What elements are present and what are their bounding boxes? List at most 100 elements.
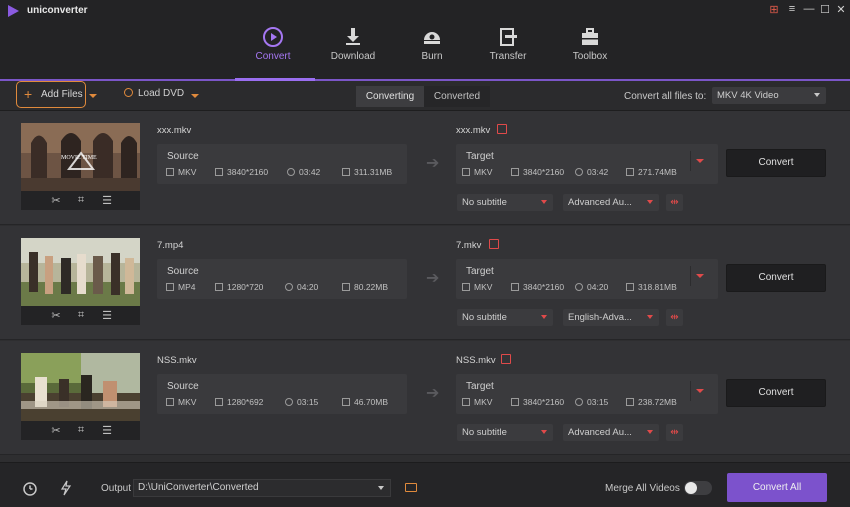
effects-icon[interactable]: ☰ bbox=[100, 194, 114, 207]
file-row: MOVIE TIME ✂ ⌗ ☰ xxx.mkv Source MKV 3840… bbox=[0, 111, 850, 225]
nav-download[interactable]: Download bbox=[317, 22, 389, 80]
tab-converting[interactable]: Converting bbox=[356, 86, 424, 107]
clock-icon bbox=[285, 283, 293, 291]
target-resolution: 3840*2160 bbox=[511, 282, 564, 292]
clock-icon bbox=[285, 398, 293, 406]
load-dvd-dropdown-icon[interactable] bbox=[191, 94, 199, 98]
nav-transfer-label: Transfer bbox=[489, 51, 527, 62]
audio-select[interactable]: Advanced Au... bbox=[563, 424, 659, 441]
merge-icon[interactable]: ⇹ bbox=[666, 194, 683, 211]
add-files-dropdown-icon[interactable] bbox=[89, 94, 97, 98]
convert-button[interactable]: Convert bbox=[726, 264, 826, 292]
thumbnail-image[interactable] bbox=[21, 238, 140, 306]
source-format: MKV bbox=[166, 397, 196, 407]
toggle-knob bbox=[685, 482, 697, 494]
folder-icon bbox=[342, 283, 350, 291]
add-files-button[interactable]: + Add Files bbox=[16, 81, 86, 108]
clock-icon bbox=[575, 398, 583, 406]
arrow-right-icon: ➔ bbox=[426, 385, 440, 402]
merge-icon[interactable]: ⇹ bbox=[666, 309, 683, 326]
audio-select[interactable]: English-Adva... bbox=[563, 309, 659, 326]
trim-icon[interactable]: ✂ bbox=[49, 309, 63, 322]
lightning-icon[interactable] bbox=[60, 480, 72, 496]
resolution-icon bbox=[215, 398, 223, 406]
alarm-clock-icon[interactable] bbox=[22, 480, 38, 496]
merge-icon[interactable]: ⇹ bbox=[666, 424, 683, 441]
crop-icon[interactable]: ⌗ bbox=[74, 194, 88, 207]
target-info: Target MKV 3840*2160 03:42 271.74MB bbox=[456, 144, 718, 184]
source-resolution: 3840*2160 bbox=[215, 167, 268, 177]
target-format: MKV bbox=[462, 282, 492, 292]
transfer-icon bbox=[500, 28, 517, 46]
format-icon bbox=[166, 398, 174, 406]
gift-icon[interactable]: ⊞ bbox=[768, 3, 780, 16]
chevron-down-icon bbox=[541, 200, 547, 204]
target-title: Target bbox=[466, 151, 494, 162]
crop-icon[interactable]: ⌗ bbox=[74, 309, 88, 322]
source-size: 46.70MB bbox=[342, 397, 388, 407]
chevron-down-icon bbox=[696, 389, 704, 393]
thumbnail-image[interactable] bbox=[21, 353, 140, 421]
subtitle-select[interactable]: No subtitle bbox=[457, 309, 553, 326]
source-duration: 04:20 bbox=[285, 282, 318, 292]
convert-all-button[interactable]: Convert All bbox=[727, 473, 827, 502]
app-name: uniconverter bbox=[27, 5, 88, 16]
nav-convert[interactable]: Convert bbox=[237, 22, 309, 80]
output-label: Output bbox=[101, 483, 132, 494]
tab-converted[interactable]: Converted bbox=[424, 86, 490, 107]
load-dvd-button[interactable]: Load DVD bbox=[124, 88, 184, 99]
plus-icon: + bbox=[24, 86, 33, 102]
target-format-dropdown[interactable] bbox=[690, 151, 708, 171]
effects-icon[interactable]: ☰ bbox=[100, 309, 114, 322]
nav-burn[interactable]: Burn bbox=[396, 22, 468, 80]
clock-icon bbox=[575, 283, 583, 291]
edit-icon[interactable] bbox=[497, 124, 507, 134]
subtitle-select[interactable]: No subtitle bbox=[457, 194, 553, 211]
source-format: MKV bbox=[166, 167, 196, 177]
output-path-select[interactable]: D:\UniConverter\Converted bbox=[133, 479, 391, 497]
add-files-label: Add Files bbox=[41, 89, 83, 100]
source-resolution: 1280*720 bbox=[215, 282, 263, 292]
svg-text:MOVIE TIME: MOVIE TIME bbox=[61, 155, 97, 161]
convert-all-to-label: Convert all files to: bbox=[624, 91, 707, 102]
target-resolution: 3840*2160 bbox=[511, 167, 564, 177]
menu-icon[interactable]: ≡ bbox=[786, 3, 798, 15]
file-row: ✂ ⌗ ☰ NSS.mkv Source MKV 1280*692 03:15 … bbox=[0, 341, 850, 455]
folder-icon bbox=[342, 398, 350, 406]
resolution-icon bbox=[511, 283, 519, 291]
output-format-select[interactable]: MKV 4K Video bbox=[712, 87, 826, 104]
merge-all-toggle[interactable] bbox=[684, 481, 712, 495]
trim-icon[interactable]: ✂ bbox=[49, 194, 63, 207]
arrow-right-icon: ➔ bbox=[426, 155, 440, 172]
chevron-down-icon bbox=[378, 486, 384, 490]
target-format-dropdown[interactable] bbox=[690, 381, 708, 401]
convert-button[interactable]: Convert bbox=[726, 379, 826, 407]
format-icon bbox=[462, 168, 470, 176]
edit-icon[interactable] bbox=[501, 354, 511, 364]
target-format-dropdown[interactable] bbox=[690, 266, 708, 286]
minimize-icon[interactable]: — bbox=[803, 3, 815, 15]
nav-toolbox[interactable]: Toolbox bbox=[554, 22, 626, 80]
folder-icon bbox=[342, 168, 350, 176]
close-icon[interactable]: ✕ bbox=[835, 3, 847, 16]
title-bar: uniconverter ⊞ ≡ — ☐ ✕ bbox=[0, 0, 850, 22]
trim-icon[interactable]: ✂ bbox=[49, 424, 63, 437]
nav-transfer[interactable]: Transfer bbox=[472, 22, 544, 80]
video-thumbnail: ✂ ⌗ ☰ bbox=[21, 238, 140, 325]
chevron-down-icon bbox=[696, 274, 704, 278]
open-folder-icon[interactable] bbox=[405, 483, 417, 492]
source-info: Source MP4 1280*720 04:20 80.22MB bbox=[157, 259, 407, 299]
convert-button[interactable]: Convert bbox=[726, 149, 826, 177]
subtitle-select[interactable]: No subtitle bbox=[457, 424, 553, 441]
effects-icon[interactable]: ☰ bbox=[100, 424, 114, 437]
chevron-down-icon bbox=[696, 159, 704, 163]
edit-icon[interactable] bbox=[489, 239, 499, 249]
target-file-name: xxx.mkv bbox=[456, 125, 491, 136]
thumbnail-image[interactable]: MOVIE TIME bbox=[21, 123, 140, 191]
target-info: Target MKV 3840*2160 03:15 238.72MB bbox=[456, 374, 718, 414]
source-duration: 03:15 bbox=[285, 397, 318, 407]
maximize-icon[interactable]: ☐ bbox=[819, 3, 831, 16]
crop-icon[interactable]: ⌗ bbox=[74, 424, 88, 437]
audio-select[interactable]: Advanced Au... bbox=[563, 194, 659, 211]
target-title: Target bbox=[466, 381, 494, 392]
